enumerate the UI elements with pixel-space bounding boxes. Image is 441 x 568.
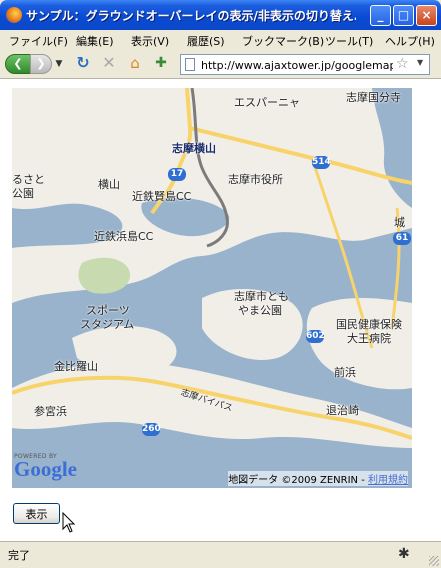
route-shield: 602 <box>306 330 325 343</box>
map-label: やま公園 <box>238 304 282 317</box>
map-label: 志摩横山 <box>172 142 216 155</box>
home-button[interactable]: ⌂ <box>126 54 144 74</box>
close-button[interactable]: × <box>416 5 437 26</box>
menu-history[interactable]: 履歴(S) <box>187 33 225 49</box>
bookmark-page-button[interactable]: ✚ <box>152 54 170 74</box>
reload-button[interactable]: ↻ <box>74 54 92 74</box>
map-label: 金比羅山 <box>54 360 98 373</box>
status-text: 完了 <box>8 549 30 562</box>
url-input[interactable] <box>201 57 393 73</box>
map-label: 参宮浜 <box>34 405 67 418</box>
map-label: 公園 <box>12 187 34 200</box>
route-shield: 260 <box>142 423 161 436</box>
terms-link[interactable]: 利用規約 <box>368 475 408 486</box>
route-shield: 61 <box>393 232 411 245</box>
window-title: サンプル：グラウンドオーバーレイの表示/非表示の切り替え… <box>26 9 356 23</box>
menu-tools[interactable]: ツール(T) <box>325 33 373 49</box>
menu-view[interactable]: 表示(V) <box>131 33 169 49</box>
map-label: 横山 <box>98 178 120 191</box>
minimize-button[interactable]: _ <box>370 5 391 26</box>
reload-icon: ↻ <box>76 53 90 72</box>
stop-button[interactable]: ✕ <box>100 54 118 74</box>
back-button[interactable]: ❮ <box>5 54 31 74</box>
map-label: エスパーニャ <box>234 96 300 109</box>
home-icon: ⌂ <box>130 54 140 72</box>
history-dropdown-button[interactable]: ▼ <box>54 54 64 74</box>
menu-help[interactable]: ヘルプ(H) <box>385 33 435 49</box>
page-icon <box>185 58 195 71</box>
forward-arrow-icon: ❯ <box>36 57 46 70</box>
back-arrow-icon: ❮ <box>13 57 23 70</box>
page-content: エスパーニャ 志摩国分寺 志摩横山 志摩市役所 るさと 公園 横山 近鉄賢島CC… <box>0 79 441 541</box>
menu-edit[interactable]: 編集(E) <box>76 33 114 49</box>
map-attribution: 地図データ ©2009 ZENRIN - 利用規約 <box>228 471 408 486</box>
bookmark-add-icon: ✚ <box>155 55 167 71</box>
map-label: 退治崎 <box>326 404 359 417</box>
address-bar[interactable]: ☆ ▼ <box>180 54 430 75</box>
map-label: 近鉄賢島CC <box>132 190 192 203</box>
map-label: 大王病院 <box>347 332 391 345</box>
stop-icon: ✕ <box>102 53 116 72</box>
google-logo[interactable]: POWERED BY Google <box>14 453 77 481</box>
status-bar: 完了 ✱ <box>0 541 441 568</box>
show-button[interactable]: 表示 <box>13 503 60 524</box>
map-label: スタジアム <box>80 318 135 331</box>
google-map[interactable]: エスパーニャ 志摩国分寺 志摩横山 志摩市役所 るさと 公園 横山 近鉄賢島CC… <box>12 88 412 488</box>
forward-button[interactable]: ❯ <box>30 54 52 74</box>
navigation-toolbar: ❮ ❯ ▼ ↻ ✕ ⌂ ✚ ☆ ▼ <box>0 51 441 79</box>
firefox-icon <box>6 7 22 23</box>
map-label: 志摩市役所 <box>228 173 283 186</box>
menu-bookmarks[interactable]: ブックマーク(B) <box>242 33 324 49</box>
url-dropdown-icon[interactable]: ▼ <box>417 58 423 67</box>
route-shield: 17 <box>168 168 186 181</box>
firebug-icon[interactable]: ✱ <box>398 546 410 562</box>
maximize-button[interactable]: □ <box>393 5 414 26</box>
menu-bar: ファイル(F) 編集(E) 表示(V) 履歴(S) ブックマーク(B) ツール(… <box>0 30 441 52</box>
star-icon[interactable]: ☆ <box>396 56 409 72</box>
chevron-down-icon: ▼ <box>55 59 63 69</box>
map-label: 前浜 <box>334 366 356 379</box>
menu-file[interactable]: ファイル(F) <box>9 33 68 49</box>
mouse-cursor-icon <box>62 512 76 533</box>
map-label: 近鉄浜島CC <box>94 230 154 243</box>
google-wordmark: Google <box>14 457 77 481</box>
map-label: 城 <box>394 216 405 229</box>
attribution-text: 地図データ ©2009 ZENRIN - <box>228 475 368 486</box>
resize-grip[interactable] <box>429 556 439 566</box>
route-shield: 514 <box>312 156 331 169</box>
title-bar[interactable]: サンプル：グラウンドオーバーレイの表示/非表示の切り替え… _ □ × <box>0 0 441 30</box>
map-label: 志摩国分寺 <box>346 91 401 104</box>
